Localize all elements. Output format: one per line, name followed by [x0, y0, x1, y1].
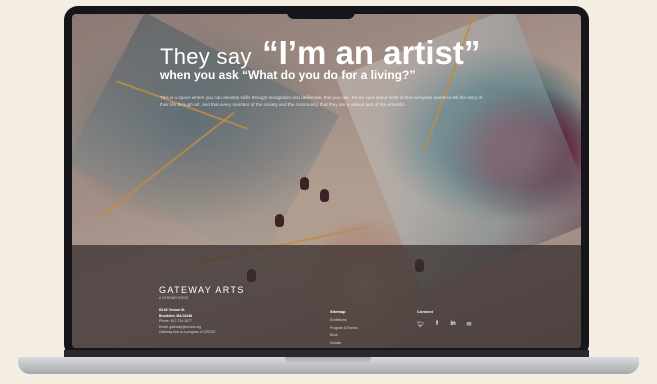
connect-title: Connect	[417, 309, 433, 314]
facebook-icon[interactable]: f	[433, 321, 441, 328]
contact-info: 60-62 Vernon St. Brookline, MA 02446 Pho…	[159, 308, 216, 336]
brand-tagline: A GATEWAY EVENT	[159, 296, 189, 300]
social-links: 🐦︎ f in ✉	[417, 321, 473, 328]
sitemap-list: Exhibitions Program & Events Book Donate	[330, 317, 358, 347]
hero-title-big: “I’m an artist”	[262, 34, 481, 71]
linkedin-icon[interactable]: in	[449, 321, 457, 328]
hero-paragraph: This is a space where you can develop sk…	[160, 95, 483, 107]
email-icon[interactable]: ✉	[465, 321, 473, 328]
sitemap-link[interactable]: Donate	[330, 340, 358, 348]
laptop-base-notch	[285, 357, 371, 363]
brand-logo[interactable]: GATEWAY ARTS	[159, 285, 245, 295]
sitemap-link[interactable]: Book	[330, 332, 358, 340]
twitter-icon[interactable]: 🐦︎	[417, 321, 425, 328]
sitemap-link[interactable]: Exhibitions	[330, 317, 358, 325]
camera-notch	[287, 6, 355, 19]
site-footer: GATEWAY ARTS A GATEWAY EVENT 60-62 Verno…	[72, 245, 581, 348]
sitemap-title: Sitemap	[330, 309, 346, 314]
hero-subtitle: when you ask “What do you do for a livin…	[160, 68, 416, 82]
hero-title: They say “I’m an artist”	[160, 34, 480, 72]
hero-title-small: They say	[160, 44, 252, 69]
org-note: Gateway Arts is a program of CRCSC	[159, 330, 216, 335]
website-screen: They say “I’m an artist” when you ask “W…	[72, 14, 581, 348]
sitemap-link[interactable]: Program & Events	[330, 325, 358, 333]
